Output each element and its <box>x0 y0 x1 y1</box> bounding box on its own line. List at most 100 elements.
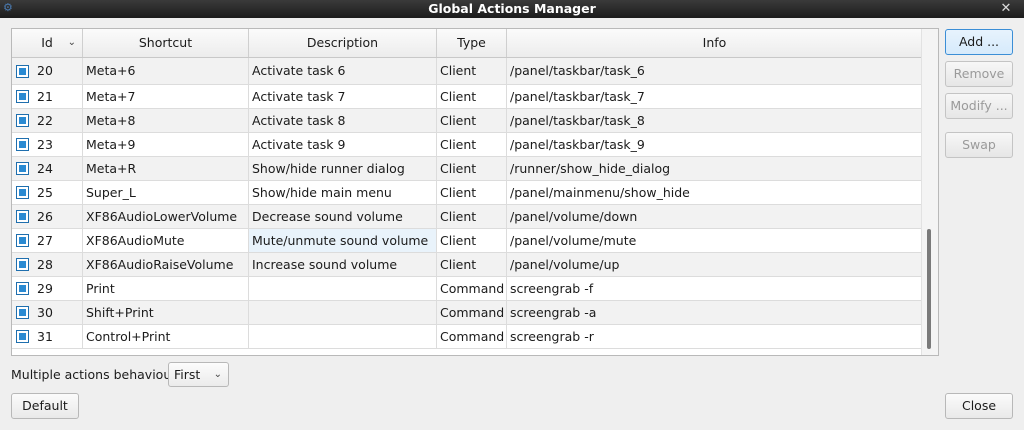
row-type: Client <box>437 58 507 84</box>
row-info: /runner/show_hide_dialog <box>510 161 671 176</box>
row-id: 24 <box>37 161 53 176</box>
table-row[interactable]: 22 Meta+8 Activate task 8 Client /panel/… <box>12 109 922 133</box>
row-type: Client <box>437 181 507 204</box>
vertical-scrollbar[interactable] <box>921 29 938 355</box>
row-id: 22 <box>37 113 53 128</box>
enabled-checkbox[interactable] <box>16 210 29 223</box>
enabled-checkbox[interactable] <box>16 330 29 343</box>
close-button[interactable]: Close <box>945 393 1013 419</box>
row-info: /panel/mainmenu/show_hide <box>510 185 690 200</box>
row-shortcut: Control+Print <box>83 325 249 348</box>
enabled-checkbox[interactable] <box>16 64 29 78</box>
enabled-checkbox[interactable] <box>16 258 29 271</box>
row-shortcut: XF86AudioMute <box>83 229 249 252</box>
row-type: Command <box>437 325 507 348</box>
row-type: Command <box>437 277 507 300</box>
column-header-id[interactable]: Id ⌄ <box>12 29 83 57</box>
row-shortcut: Print <box>83 277 249 300</box>
row-type: Client <box>437 133 507 156</box>
close-icon[interactable]: ✕ <box>998 1 1014 17</box>
row-description <box>249 325 437 348</box>
table-row[interactable]: 21 Meta+7 Activate task 7 Client /panel/… <box>12 85 922 109</box>
table-row[interactable]: 27 XF86AudioMute Mute/unmute sound volum… <box>12 229 922 253</box>
row-type: Client <box>437 253 507 276</box>
row-type: Client <box>437 205 507 228</box>
row-id: 29 <box>37 281 53 296</box>
row-description <box>249 301 437 324</box>
row-id: 30 <box>37 305 53 320</box>
add-button[interactable]: Add ... <box>945 29 1013 55</box>
row-info: /panel/taskbar/task_8 <box>510 113 645 128</box>
column-header-description[interactable]: Description <box>249 29 437 57</box>
enabled-checkbox[interactable] <box>16 282 29 295</box>
row-info: /panel/volume/down <box>510 209 638 224</box>
default-button[interactable]: Default <box>11 393 79 419</box>
row-id: 27 <box>37 233 53 248</box>
enabled-checkbox[interactable] <box>16 114 29 127</box>
table-row[interactable]: 23 Meta+9 Activate task 9 Client /panel/… <box>12 133 922 157</box>
row-info: screengrab -r <box>510 329 594 344</box>
row-info: /panel/volume/mute <box>510 233 637 248</box>
table-row[interactable]: 24 Meta+R Show/hide runner dialog Client… <box>12 157 922 181</box>
row-type: Client <box>437 109 507 132</box>
remove-button[interactable]: Remove <box>945 61 1013 87</box>
table-row[interactable]: 30 Shift+Print Command screengrab -a <box>12 301 922 325</box>
multiple-actions-combobox[interactable]: First ⌄ <box>168 362 229 387</box>
enabled-checkbox[interactable] <box>16 186 29 199</box>
combobox-value: First <box>174 367 201 382</box>
sort-chevron-icon: ⌄ <box>67 37 76 48</box>
row-description: Decrease sound volume <box>249 205 437 228</box>
row-shortcut: XF86AudioRaiseVolume <box>83 253 249 276</box>
row-description: Activate task 6 <box>249 58 437 84</box>
row-type: Client <box>437 229 507 252</box>
row-shortcut: Shift+Print <box>83 301 249 324</box>
table-row[interactable]: 29 Print Command screengrab -f <box>12 277 922 301</box>
row-id: 28 <box>37 257 53 272</box>
row-description: Activate task 7 <box>249 85 437 108</box>
table-row[interactable]: 20 Meta+6 Activate task 6 Client /panel/… <box>12 58 922 85</box>
row-description: Activate task 9 <box>249 133 437 156</box>
row-info: /panel/taskbar/task_9 <box>510 137 645 152</box>
row-shortcut: Meta+6 <box>83 58 249 84</box>
row-info: screengrab -a <box>510 305 597 320</box>
table-row[interactable]: 26 XF86AudioLowerVolume Decrease sound v… <box>12 205 922 229</box>
row-info: /panel/volume/up <box>510 257 620 272</box>
multiple-actions-label: Multiple actions behaviour: <box>11 367 181 382</box>
row-info: /panel/taskbar/task_6 <box>510 63 645 78</box>
row-description: Activate task 8 <box>249 109 437 132</box>
row-id: 31 <box>37 329 53 344</box>
row-id: 25 <box>37 185 53 200</box>
column-header-shortcut[interactable]: Shortcut <box>83 29 249 57</box>
row-id: 20 <box>37 63 53 78</box>
swap-button[interactable]: Swap <box>945 132 1013 158</box>
global-actions-window: ⚙ Global Actions Manager ✕ Id ⌄ Shortcut… <box>0 0 1024 430</box>
row-description <box>249 277 437 300</box>
table-row[interactable]: 25 Super_L Show/hide main menu Client /p… <box>12 181 922 205</box>
window-title: Global Actions Manager <box>428 1 596 16</box>
title-bar: ⚙ Global Actions Manager ✕ <box>0 0 1024 18</box>
row-shortcut: Super_L <box>83 181 249 204</box>
row-description: Show/hide main menu <box>249 181 437 204</box>
row-shortcut: Meta+7 <box>83 85 249 108</box>
enabled-checkbox[interactable] <box>16 138 29 151</box>
row-id: 21 <box>37 89 53 104</box>
column-header-type[interactable]: Type <box>437 29 507 57</box>
column-header-info[interactable]: Info <box>507 29 922 57</box>
modify-button[interactable]: Modify ... <box>945 93 1013 119</box>
row-id: 26 <box>37 209 53 224</box>
table-row[interactable]: 31 Control+Print Command screengrab -r <box>12 325 922 349</box>
table-header: Id ⌄ Shortcut Description Type Info <box>12 29 922 58</box>
row-info: /panel/taskbar/task_7 <box>510 89 645 104</box>
row-description: Increase sound volume <box>249 253 437 276</box>
row-shortcut: Meta+9 <box>83 133 249 156</box>
enabled-checkbox[interactable] <box>16 162 29 175</box>
scrollbar-thumb[interactable] <box>927 229 931 349</box>
table-row[interactable]: 28 XF86AudioRaiseVolume Increase sound v… <box>12 253 922 277</box>
enabled-checkbox[interactable] <box>16 306 29 319</box>
actions-table[interactable]: Id ⌄ Shortcut Description Type Info 20 M… <box>11 28 939 356</box>
enabled-checkbox[interactable] <box>16 234 29 247</box>
row-type: Client <box>437 85 507 108</box>
enabled-checkbox[interactable] <box>16 90 29 103</box>
row-id: 23 <box>37 137 53 152</box>
row-shortcut: XF86AudioLowerVolume <box>83 205 249 228</box>
